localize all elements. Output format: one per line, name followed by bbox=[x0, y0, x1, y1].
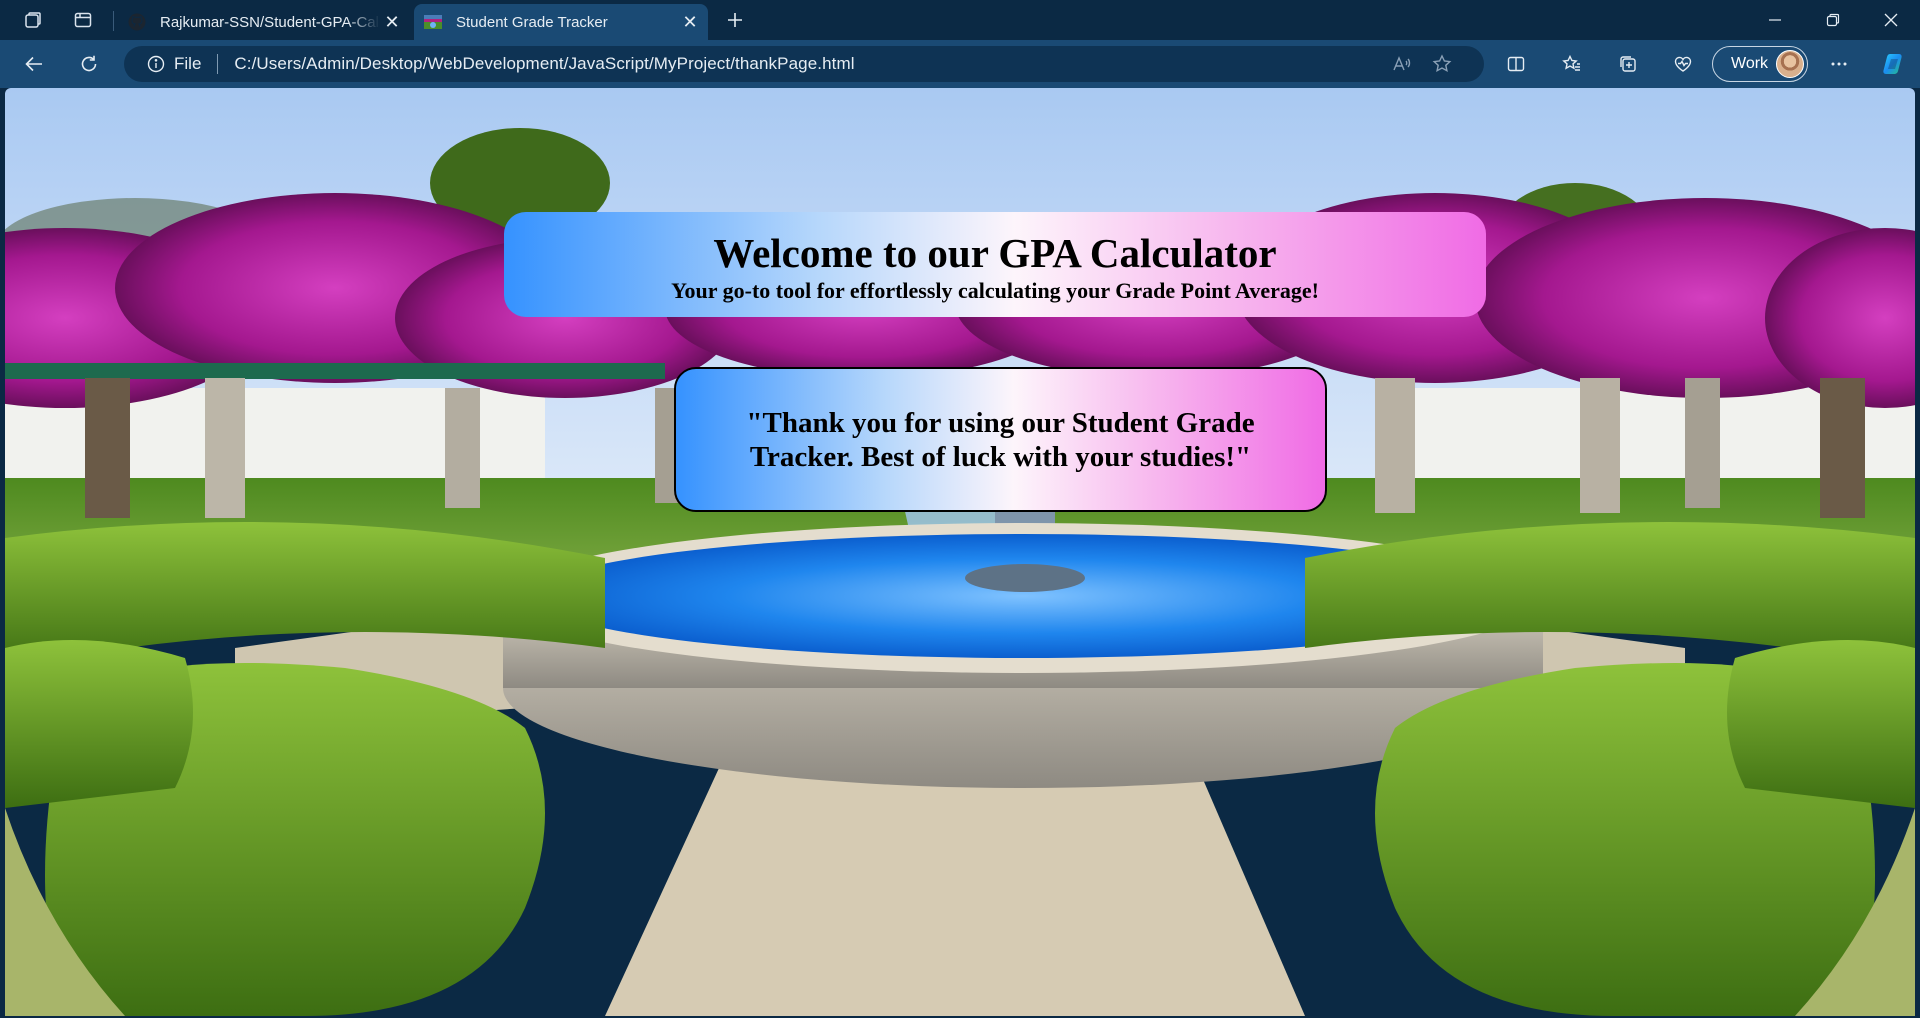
github-icon bbox=[128, 13, 146, 31]
page-viewport: Welcome to our GPA Calculator Your go-to… bbox=[5, 88, 1915, 1016]
tab-student-grade-tracker[interactable]: Student Grade Tracker ✕ bbox=[414, 4, 708, 40]
tab-strip: Rajkumar-SSN/Student-GPA-Calculator ✕ St… bbox=[0, 0, 1920, 40]
minimize-icon[interactable] bbox=[1752, 0, 1798, 40]
url-text[interactable]: C:/Users/Admin/Desktop/WebDevelopment/Ja… bbox=[234, 54, 854, 74]
new-tab-icon[interactable] bbox=[720, 6, 750, 34]
welcome-banner: Welcome to our GPA Calculator Your go-to… bbox=[504, 212, 1486, 317]
avatar bbox=[1776, 50, 1805, 78]
address-bar[interactable]: File C:/Users/Admin/Desktop/WebDevelopme… bbox=[124, 46, 1484, 82]
read-aloud-icon[interactable] bbox=[1390, 52, 1414, 76]
copilot-icon[interactable] bbox=[1876, 48, 1912, 80]
back-icon[interactable] bbox=[16, 48, 52, 80]
tab-separator bbox=[113, 11, 114, 31]
address-divider bbox=[217, 54, 219, 74]
thank-you-card: "Thank you for using our Student Grade T… bbox=[674, 367, 1327, 512]
tab-title: Student Grade Tracker bbox=[456, 13, 608, 31]
thank-you-message: "Thank you for using our Student Grade T… bbox=[746, 406, 1255, 473]
page-favicon bbox=[424, 13, 442, 31]
close-window-icon[interactable] bbox=[1868, 0, 1914, 40]
browser-toolbar: File C:/Users/Admin/Desktop/WebDevelopme… bbox=[0, 40, 1920, 88]
more-icon[interactable] bbox=[1821, 48, 1857, 80]
workspaces-icon[interactable] bbox=[18, 6, 48, 34]
close-tab-icon[interactable]: ✕ bbox=[380, 10, 404, 34]
page-subtitle: Your go-to tool for effortlessly calcula… bbox=[671, 277, 1319, 303]
refresh-icon[interactable] bbox=[71, 48, 107, 80]
page-title: Welcome to our GPA Calculator bbox=[713, 229, 1277, 276]
scheme-label: File bbox=[174, 54, 202, 73]
favorite-star-icon[interactable] bbox=[1430, 52, 1454, 76]
close-tab-icon[interactable]: ✕ bbox=[678, 10, 702, 34]
browser-essentials-icon[interactable] bbox=[1665, 48, 1701, 80]
profile-button[interactable]: Work bbox=[1712, 46, 1808, 82]
tab-actions-icon[interactable] bbox=[68, 6, 98, 34]
profile-label: Work bbox=[1731, 55, 1769, 72]
info-icon[interactable] bbox=[146, 54, 166, 74]
favorites-icon[interactable] bbox=[1554, 48, 1590, 80]
collections-icon[interactable] bbox=[1610, 48, 1646, 80]
split-screen-icon[interactable] bbox=[1498, 48, 1534, 80]
tab-github[interactable]: Rajkumar-SSN/Student-GPA-Calculator ✕ bbox=[118, 4, 410, 40]
restore-icon[interactable] bbox=[1810, 0, 1856, 40]
tab-title: Rajkumar-SSN/Student-GPA-Calculator bbox=[160, 13, 380, 31]
